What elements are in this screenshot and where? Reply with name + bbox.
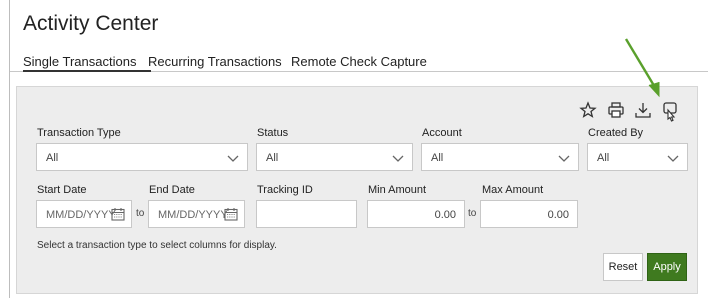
transaction-type-value: All [46, 152, 59, 164]
tab-recurring-transactions[interactable]: Recurring Transactions [148, 54, 282, 69]
account-label: Account [422, 127, 462, 139]
amount-range-to-label: to [468, 208, 477, 219]
status-select[interactable]: All [256, 143, 413, 171]
download-icon[interactable] [634, 101, 652, 119]
start-date-placeholder: MM/DD/YYYY [46, 209, 116, 221]
tab-single-transactions[interactable]: Single Transactions [23, 54, 136, 69]
chevron-down-icon [667, 155, 679, 162]
end-date-input[interactable]: MM/DD/YYYY [148, 200, 245, 228]
customize-columns-icon[interactable] [662, 101, 680, 122]
created-by-label: Created By [588, 127, 644, 139]
account-value: All [431, 152, 444, 164]
status-value: All [266, 152, 279, 164]
tracking-id-label: Tracking ID [257, 184, 313, 196]
tab-remote-check-capture[interactable]: Remote Check Capture [291, 54, 427, 69]
end-date-placeholder: MM/DD/YYYY [158, 209, 228, 221]
star-icon[interactable] [579, 101, 597, 119]
status-label: Status [257, 127, 289, 139]
account-select[interactable]: All [421, 143, 579, 171]
max-amount-value: 0.00 [547, 209, 569, 221]
chevron-down-icon [558, 155, 570, 162]
min-amount-value: 0.00 [434, 209, 456, 221]
reset-button[interactable]: Reset [603, 253, 643, 281]
max-amount-input[interactable]: 0.00 [480, 200, 578, 228]
start-date-label: Start Date [37, 184, 87, 196]
active-tab-indicator [23, 70, 151, 72]
calendar-icon[interactable] [224, 207, 238, 221]
tracking-id-input[interactable] [256, 200, 357, 228]
transaction-type-label: Transaction Type [37, 127, 121, 139]
max-amount-label: Max Amount [482, 184, 544, 196]
print-icon[interactable] [607, 101, 625, 119]
apply-button[interactable]: Apply [647, 253, 687, 281]
chevron-down-icon [392, 155, 404, 162]
start-date-input[interactable]: MM/DD/YYYY [36, 200, 132, 228]
transaction-type-select[interactable]: All [36, 143, 248, 171]
annotation-arrow-icon [624, 38, 660, 98]
column-selection-hint: Select a transaction type to select colu… [37, 240, 277, 251]
page-title: Activity Center [23, 12, 159, 35]
end-date-label: End Date [149, 184, 195, 196]
created-by-select[interactable]: All [587, 143, 688, 171]
min-amount-input[interactable]: 0.00 [367, 200, 465, 228]
date-range-to-label: to [136, 208, 145, 219]
min-amount-label: Min Amount [368, 184, 427, 196]
calendar-icon[interactable] [111, 207, 125, 221]
chevron-down-icon [227, 155, 239, 162]
created-by-value: All [597, 152, 610, 164]
